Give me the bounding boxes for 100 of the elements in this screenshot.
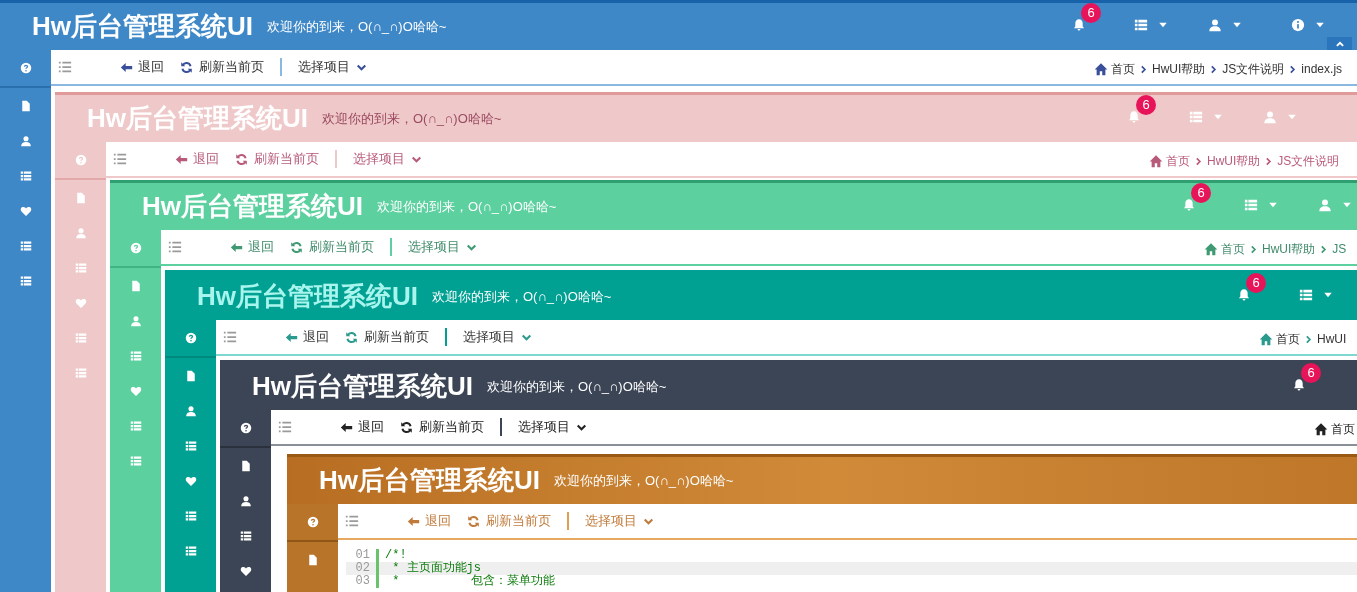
list-icon bbox=[184, 439, 197, 452]
project-select-dropdown[interactable]: 选择项目 bbox=[298, 57, 367, 77]
user-icon bbox=[129, 314, 142, 327]
refresh-button[interactable]: 刷新当前页 bbox=[180, 57, 264, 77]
menu-toggle-button[interactable] bbox=[58, 60, 72, 74]
heart-icon bbox=[74, 296, 87, 309]
menu-toggle-button[interactable] bbox=[278, 420, 292, 434]
user-icon bbox=[1208, 18, 1222, 32]
breadcrumb-link[interactable]: index.js bbox=[1301, 60, 1343, 78]
bell-icon bbox=[1072, 18, 1086, 32]
bell-icon bbox=[1127, 110, 1141, 124]
user-icon bbox=[74, 226, 87, 239]
back-button[interactable]: 退回 bbox=[230, 237, 274, 257]
breadcrumb-link[interactable]: 首页 bbox=[1221, 240, 1245, 258]
info-icon bbox=[1291, 18, 1305, 32]
breadcrumb-link[interactable]: JS文件说明 bbox=[1277, 152, 1340, 170]
breadcrumb-link[interactable]: JS bbox=[1332, 240, 1347, 258]
file-icon bbox=[306, 553, 319, 566]
back-button[interactable]: 退回 bbox=[175, 149, 219, 169]
heart-icon bbox=[129, 384, 142, 397]
refresh-icon bbox=[467, 514, 480, 528]
notification-button[interactable] bbox=[1072, 18, 1086, 32]
list-icon bbox=[74, 331, 87, 344]
notification-badge: 6 bbox=[1136, 95, 1156, 115]
user-menu-button[interactable] bbox=[1318, 198, 1353, 212]
bell-icon bbox=[1237, 288, 1251, 302]
back-button[interactable]: 退回 bbox=[285, 327, 329, 347]
list-icon bbox=[1134, 18, 1148, 32]
refresh-icon bbox=[180, 60, 193, 74]
line-number: 02 bbox=[354, 562, 371, 575]
breadcrumb-link[interactable]: 首页 bbox=[1111, 60, 1135, 78]
breadcrumb-link[interactable]: HwUI帮助 bbox=[1152, 60, 1206, 78]
bell-icon bbox=[1182, 198, 1196, 212]
app-title: Hw后台管理系统UI bbox=[142, 190, 363, 223]
list-menu-button[interactable] bbox=[1134, 18, 1169, 32]
arrow-left-icon bbox=[230, 240, 243, 254]
refresh-icon bbox=[400, 420, 413, 434]
refresh-icon bbox=[290, 240, 303, 254]
chevron-right-icon bbox=[1209, 64, 1219, 74]
welcome-text: 欢迎你的到来，O(∩_∩)O哈哈~ bbox=[432, 287, 612, 306]
menu-toggle-button[interactable] bbox=[168, 240, 182, 254]
breadcrumb-link[interactable]: HwUI帮助 bbox=[1207, 152, 1261, 170]
list-icon bbox=[129, 419, 142, 432]
chevron-right-icon bbox=[1139, 64, 1148, 74]
menu-toggle-button[interactable] bbox=[345, 514, 359, 528]
list-menu-button[interactable] bbox=[1244, 198, 1279, 212]
chevron-right-icon bbox=[1319, 244, 1329, 254]
home-icon bbox=[1314, 422, 1328, 436]
code-line: * 包含：菜单功能 bbox=[391, 575, 556, 588]
welcome-text: 欢迎你的到来，O(∩_∩)O哈哈~ bbox=[487, 377, 667, 396]
scroll-top-button[interactable] bbox=[1327, 37, 1352, 51]
file-icon bbox=[19, 99, 32, 112]
welcome-text: 欢迎你的到来，O(∩_∩)O哈哈~ bbox=[322, 109, 502, 128]
help-icon bbox=[19, 62, 32, 74]
refresh-button[interactable]: 刷新当前页 bbox=[345, 327, 429, 347]
list-menu-button[interactable] bbox=[1299, 288, 1334, 302]
refresh-button[interactable]: 刷新当前页 bbox=[290, 237, 374, 257]
info-menu-button[interactable] bbox=[1291, 18, 1326, 32]
breadcrumb-link[interactable]: HwUI bbox=[1317, 330, 1347, 348]
project-select-dropdown[interactable]: 选择项目 bbox=[408, 237, 477, 257]
file-icon bbox=[74, 191, 87, 204]
file-icon bbox=[239, 459, 252, 472]
notification-button[interactable] bbox=[1127, 110, 1141, 124]
notification-button[interactable] bbox=[1237, 288, 1251, 302]
breadcrumb-link[interactable]: 首页 bbox=[1331, 420, 1355, 438]
notification-button[interactable] bbox=[1292, 378, 1306, 392]
back-button[interactable]: 退回 bbox=[407, 511, 451, 531]
home-icon bbox=[1259, 332, 1273, 346]
welcome-text: 欢迎你的到来，O(∩_∩)O哈哈~ bbox=[377, 197, 557, 216]
menu-toggle-button[interactable] bbox=[223, 330, 237, 344]
project-select-dropdown[interactable]: 选择项目 bbox=[585, 511, 654, 531]
breadcrumb-link[interactable]: JS文件说明 bbox=[1222, 60, 1285, 78]
arrow-left-icon bbox=[120, 60, 133, 74]
back-button[interactable]: 退回 bbox=[120, 57, 164, 77]
app-title: Hw后台管理系统UI bbox=[252, 370, 473, 403]
notification-badge: 6 bbox=[1081, 3, 1101, 23]
breadcrumb-link[interactable]: 首页 bbox=[1276, 330, 1300, 348]
breadcrumb-link[interactable]: HwUI帮助 bbox=[1262, 240, 1316, 258]
project-select-dropdown[interactable]: 选择项目 bbox=[353, 149, 422, 169]
code-line: * 主页面功能js bbox=[391, 562, 481, 575]
arrow-left-icon bbox=[407, 514, 420, 528]
project-select-dropdown[interactable]: 选择项目 bbox=[518, 417, 587, 437]
refresh-button[interactable]: 刷新当前页 bbox=[400, 417, 484, 437]
file-icon bbox=[129, 279, 142, 292]
project-select-dropdown[interactable]: 选择项目 bbox=[463, 327, 532, 347]
list-icon bbox=[184, 509, 197, 522]
list-icon bbox=[19, 169, 32, 182]
user-menu-button[interactable] bbox=[1208, 18, 1243, 32]
user-icon bbox=[1318, 198, 1332, 212]
back-button[interactable]: 退回 bbox=[340, 417, 384, 437]
notification-button[interactable] bbox=[1182, 198, 1196, 212]
list-icon bbox=[1189, 110, 1203, 124]
breadcrumb-link[interactable]: 首页 bbox=[1166, 152, 1190, 170]
chevron-right-icon bbox=[1249, 244, 1258, 254]
user-icon bbox=[239, 494, 252, 507]
app-title: Hw后台管理系统UI bbox=[32, 10, 253, 43]
refresh-button[interactable]: 刷新当前页 bbox=[467, 511, 551, 531]
chevron-right-icon bbox=[1304, 334, 1313, 344]
refresh-button[interactable]: 刷新当前页 bbox=[235, 149, 319, 169]
menu-toggle-button[interactable] bbox=[113, 152, 127, 166]
